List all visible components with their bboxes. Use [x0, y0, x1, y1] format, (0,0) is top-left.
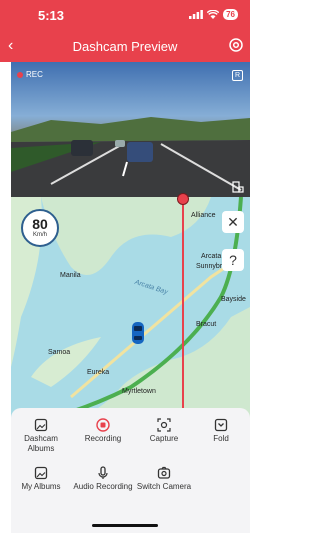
road-scene — [11, 117, 250, 197]
wifi-icon — [207, 10, 220, 19]
fold-label: Fold — [213, 434, 229, 443]
header: ‹ Dashcam Preview — [0, 32, 250, 62]
settings-icon[interactable] — [228, 37, 244, 53]
home-indicator — [92, 524, 158, 527]
speed-unit: Km/h — [32, 232, 47, 238]
dashcam-albums-button[interactable]: Dashcam Albums — [11, 418, 71, 454]
question-icon: ? — [229, 252, 237, 268]
map-label-myrtletown: Myrtletown — [122, 388, 156, 395]
rec-indicator: REC — [17, 70, 43, 79]
rec-label: REC — [26, 70, 43, 79]
action-panel: Dashcam Albums Recording Capture Fold My… — [11, 408, 250, 533]
map-label-bracut: Bracut — [196, 321, 217, 328]
map-label-eureka: Eureka — [87, 369, 110, 376]
map-label-samoa: Samoa — [48, 349, 71, 356]
battery-icon: 76 — [223, 9, 238, 20]
dashcam-video-preview[interactable]: REC R — [11, 62, 250, 197]
speed-value: 80 — [32, 216, 48, 232]
fold-icon — [214, 418, 228, 432]
status-bar: 5:13 76 — [0, 0, 250, 32]
map-label-bayside: Bayside — [221, 296, 246, 303]
fold-button[interactable]: Fold — [191, 418, 251, 444]
car-marker-icon — [132, 322, 144, 344]
screen-switch-icon[interactable] — [232, 181, 244, 193]
signal-icon — [189, 10, 203, 19]
map-label-manila: Manila — [60, 272, 81, 279]
my-albums-button[interactable]: My Albums — [11, 466, 71, 492]
status-icons: 76 — [189, 9, 238, 20]
page-title: Dashcam Preview — [72, 39, 178, 54]
rec-dot-icon — [17, 71, 23, 78]
switch-camera-button[interactable]: Switch Camera — [134, 466, 194, 492]
switch-camera-label: Switch Camera — [136, 482, 192, 491]
switch-camera-icon — [157, 466, 171, 479]
recording-label: Recording — [84, 434, 122, 443]
recording-button[interactable]: Recording — [73, 418, 133, 444]
camera-capture-icon — [157, 418, 171, 432]
capture-button[interactable]: Capture — [134, 418, 194, 444]
dashcam-albums-label: Dashcam Albums — [24, 434, 58, 453]
my-albums-label: My Albums — [21, 482, 61, 491]
gallery-icon — [34, 466, 48, 480]
close-map-button[interactable]: ✕ — [222, 211, 244, 233]
record-icon — [96, 418, 110, 432]
capture-label: Capture — [149, 434, 179, 443]
audio-recording-label: Audio Recording — [73, 482, 133, 491]
map-label-arcata: Arcata — [201, 253, 222, 260]
map-label-alliance: Alliance — [191, 212, 216, 219]
close-icon: ✕ — [227, 214, 239, 230]
speed-indicator: 80 Km/h — [21, 209, 59, 247]
microphone-icon — [98, 466, 108, 479]
album-icon — [34, 418, 48, 432]
rear-camera-badge[interactable]: R — [231, 70, 243, 81]
status-time: 5:13 — [38, 8, 65, 23]
split-divider-handle[interactable] — [177, 193, 189, 205]
audio-recording-button[interactable]: Audio Recording — [73, 466, 133, 492]
help-button[interactable]: ? — [222, 249, 244, 271]
